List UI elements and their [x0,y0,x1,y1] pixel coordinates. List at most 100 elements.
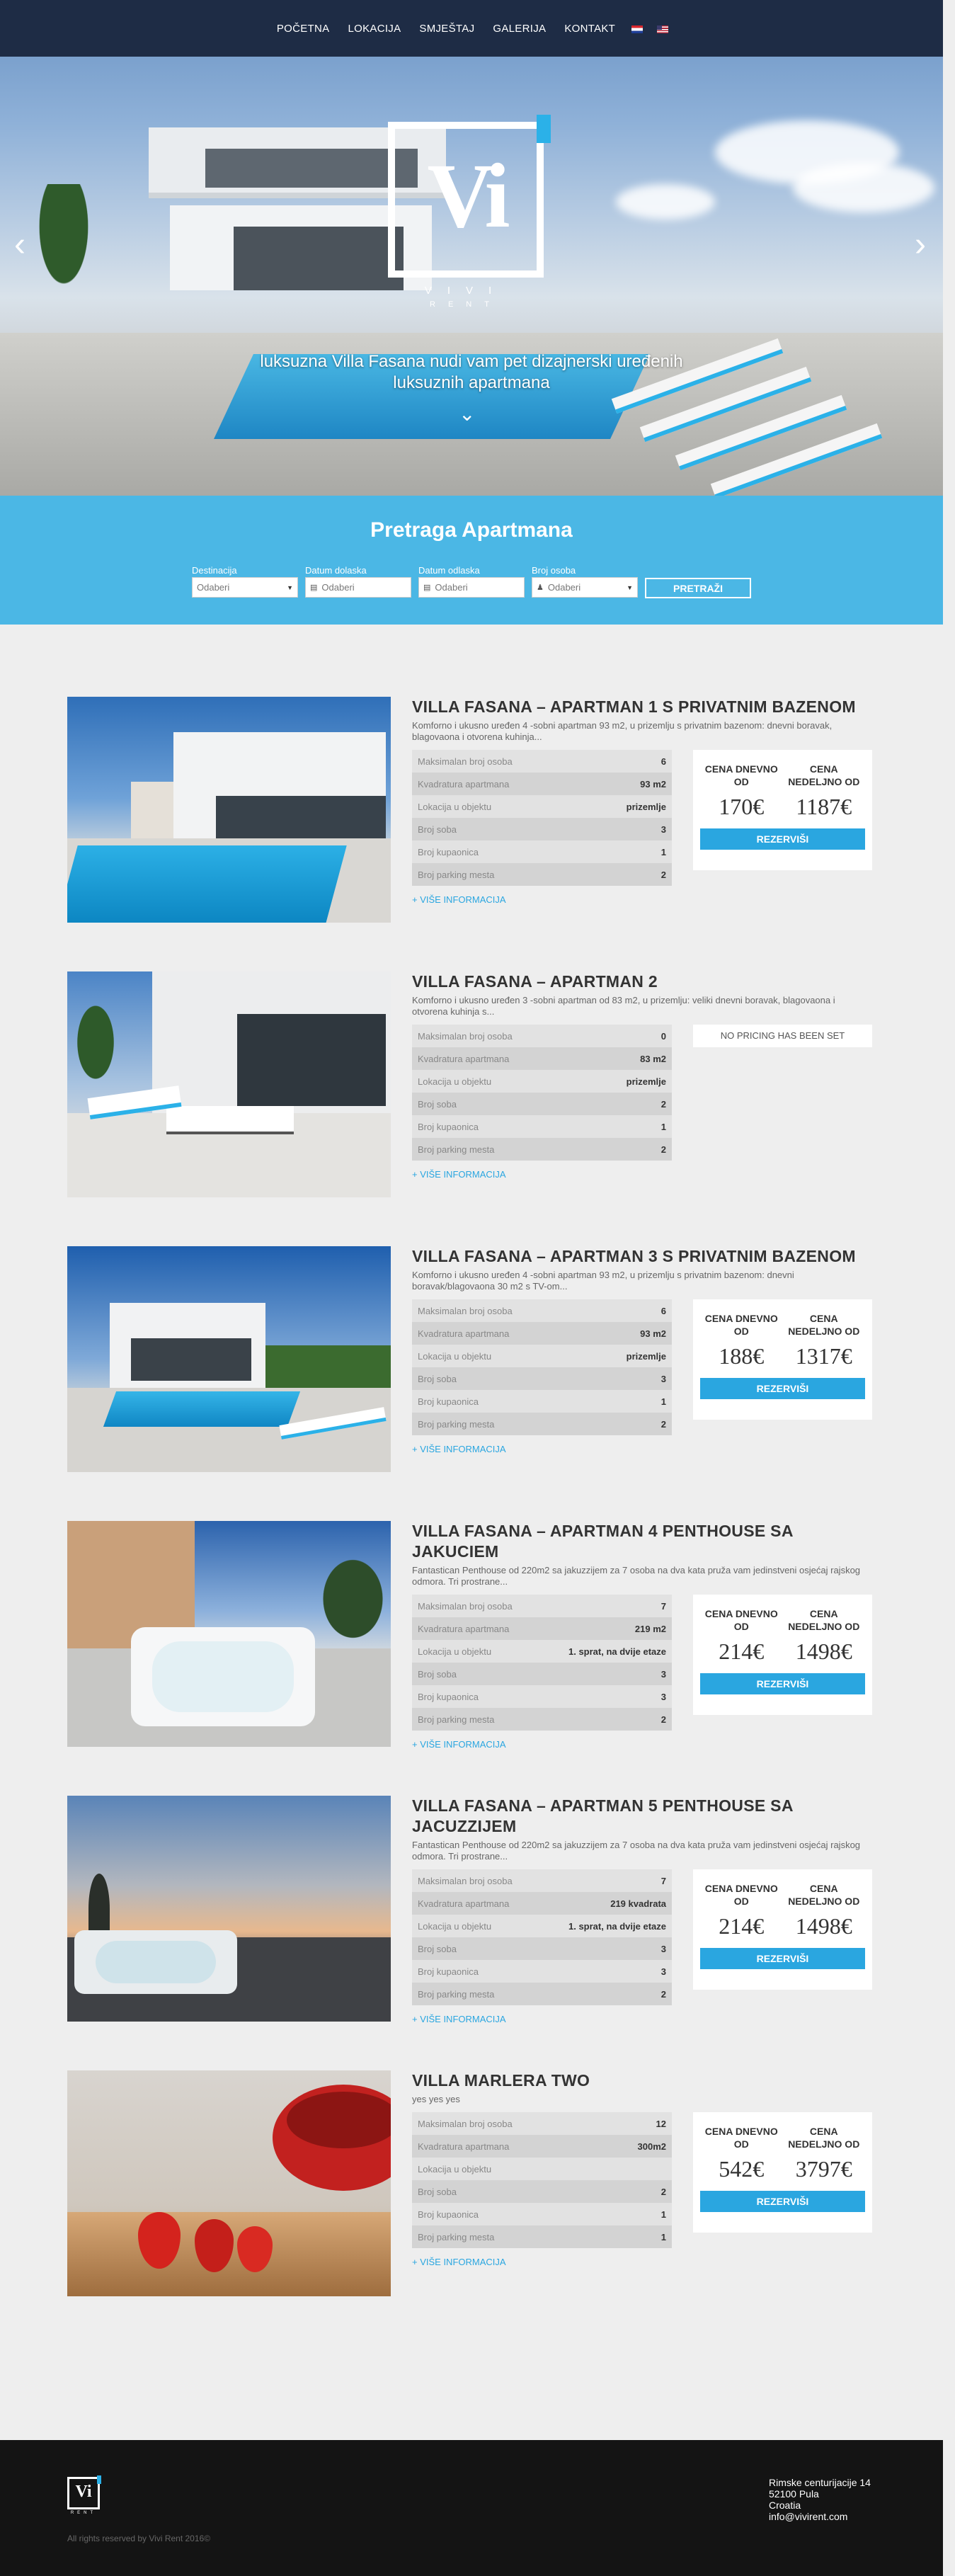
spec-value: 7 [661,1600,666,1612]
price-columns: CENA DNEVNO OD 214€ CENA NEDELJNO OD 149… [700,1607,865,1665]
search-button[interactable]: PRETRAŽI [645,578,751,598]
listing-title[interactable]: VILLA FASANA – APARTMAN 1 S PRIVATNIM BA… [412,697,876,717]
price-daily: CENA DNEVNO OD 170€ [701,763,782,820]
spec-row: Broj parking mesta 2 [412,1138,672,1161]
spec-value: 219 m2 [634,1623,666,1634]
price-daily-label: CENA DNEVNO OD [704,763,778,787]
listing-body: Maksimalan broj osoba 12 Kvadratura apart… [412,2112,876,2267]
listing-card: VILLA MARLERA TWO yes yes yes Maksimalan… [67,2070,876,2345]
english-flag-icon[interactable] [657,25,669,33]
spec-label: Broj kupaonica [418,1121,479,1132]
spec-row: Broj soba 3 [412,1937,672,1960]
spec-row: Maksimalan broj osoba 7 [412,1869,672,1892]
spec-row: Broj parking mesta 1 [412,2225,672,2248]
spec-value: 6 [661,1305,666,1316]
cloud [793,163,934,212]
person-icon: ♟ [537,583,544,592]
departure-date-input[interactable]: ▤ Odaberi [418,577,525,598]
reserve-button[interactable]: REZERVIŠI [700,1378,865,1399]
more-info-link[interactable]: + VIŠE INFORMACIJA [412,1169,506,1180]
footer-logo[interactable]: Vi RENT [67,2475,101,2519]
spec-label: Maksimalan broj osoba [418,1030,513,1042]
listing-title[interactable]: VILLA FASANA – APARTMAN 2 [412,971,876,992]
price-daily-amount: 214€ [719,1639,765,1664]
spec-label: Broj parking mesta [418,1988,495,2000]
nav-item-galerija[interactable]: GALERIJA [484,23,555,35]
listing-photo[interactable] [67,697,391,923]
nav-item-smjestaj[interactable]: SMJEŠTAJ [410,23,484,35]
spec-value: 1 [661,2231,666,2242]
listing-photo[interactable] [67,1796,391,2022]
price-box: CENA DNEVNO OD 170€ CENA NEDELJNO OD 118… [693,750,872,870]
listing-photo[interactable] [67,1521,391,1747]
spec-label: Kvadratura apartmana [418,2141,510,2152]
apartment-listings: VILLA FASANA – APARTMAN 1 S PRIVATNIM BA… [0,625,943,2416]
price-daily: CENA DNEVNO OD 188€ [701,1312,782,1369]
more-info-link[interactable]: + VIŠE INFORMACIJA [412,1739,506,1750]
spec-row: Lokacija u objektu [412,2158,672,2180]
listing-body: Maksimalan broj osoba 7 Kvadratura apartm… [412,1869,876,2024]
listing-photo[interactable] [67,971,391,1197]
departure-placeholder: Odaberi [435,582,468,593]
spec-row: Broj kupaonica 1 [412,1390,672,1413]
chevron-down-icon[interactable]: ⌄ [459,402,475,426]
reserve-button[interactable]: REZERVIŠI [700,2191,865,2212]
listing-title[interactable]: VILLA FASANA – APARTMAN 5 PENTHOUSE SA J… [412,1796,876,1837]
listing-card: VILLA FASANA – APARTMAN 4 PENTHOUSE SA J… [67,1521,876,1796]
price-daily-amount: 170€ [719,794,765,819]
reserve-button[interactable]: REZERVIŠI [700,1948,865,1969]
calendar-icon: ▤ [310,583,318,592]
price-weekly-amount: 1187€ [796,794,852,819]
spec-row: Broj soba 3 [412,1663,672,1685]
listing-photo[interactable] [67,1246,391,1472]
nav-item-pocetna[interactable]: POČETNA [268,23,339,35]
reserve-button[interactable]: REZERVIŠI [700,828,865,850]
spec-label: Broj parking mesta [418,1714,495,1725]
destination-label: Destinacija [192,565,237,576]
price-columns: CENA DNEVNO OD 214€ CENA NEDELJNO OD 149… [700,1882,865,1939]
price-weekly-label: CENA NEDELJNO OD [788,1608,860,1632]
persons-label: Broj osoba [532,565,576,576]
listing-specs: Maksimalan broj osoba 7 Kvadratura apartm… [412,1595,672,1731]
nav-item-lokacija[interactable]: LOKACIJA [338,23,410,35]
persons-select[interactable]: ♟ Odaberi ▼ [532,577,638,598]
croatian-flag-icon[interactable] [631,25,644,33]
price-weekly-label: CENA NEDELJNO OD [788,2126,860,2150]
spec-row: Lokacija u objektu prizemlje [412,1345,672,1367]
reserve-button[interactable]: REZERVIŠI [700,1673,865,1694]
listing-body: Maksimalan broj osoba 7 Kvadratura apartm… [412,1595,876,1750]
more-info-link[interactable]: + VIŠE INFORMACIJA [412,894,506,905]
spec-label: Broj soba [418,1668,457,1680]
listing-specs: Maksimalan broj osoba 6 Kvadratura apartm… [412,750,672,886]
spec-value: 1 [661,2209,666,2220]
price-weekly: CENA NEDELJNO OD 1187€ [783,763,864,820]
destination-select[interactable]: Odaberi ▼ [192,577,298,598]
listing-title[interactable]: VILLA FASANA – APARTMAN 3 S PRIVATNIM BA… [412,1246,876,1267]
spec-row: Broj parking mesta 2 [412,1983,672,2005]
spec-label: Lokacija u objektu [418,801,492,812]
logo-brand: VIVI [424,285,508,297]
spec-label: Broj kupaonica [418,1396,479,1407]
nav-item-kontakt[interactable]: KONTAKT [555,23,624,35]
listing-title[interactable]: VILLA MARLERA TWO [412,2070,876,2091]
price-daily-label: CENA DNEVNO OD [704,1883,778,1907]
spec-row: Kvadratura apartmana 93 m2 [412,1322,672,1345]
spec-label: Kvadratura apartmana [418,1898,510,1909]
chevron-right-icon[interactable]: › [915,228,926,262]
spec-value: 1. sprat, na dvije etaze [568,1646,666,1657]
arrival-date-input[interactable]: ▤ Odaberi [305,577,411,598]
listing-description: Komforno i ukusno uređen 3 -sobni apartm… [412,995,835,1017]
spec-value: 2 [661,1988,666,2000]
spec-row: Maksimalan broj osoba 7 [412,1595,672,1617]
listing-title[interactable]: VILLA FASANA – APARTMAN 4 PENTHOUSE SA J… [412,1521,876,1562]
listing-photo[interactable] [67,2070,391,2296]
price-daily: CENA DNEVNO OD 542€ [701,2125,782,2182]
spec-label: Kvadratura apartmana [418,778,510,790]
more-info-link[interactable]: + VIŠE INFORMACIJA [412,1444,506,1454]
spec-value: 93 m2 [640,778,666,790]
more-info-link[interactable]: + VIŠE INFORMACIJA [412,2014,506,2024]
more-info-link[interactable]: + VIŠE INFORMACIJA [412,2257,506,2267]
contact-email[interactable]: info@vivirent.com [769,2511,871,2522]
spec-label: Broj parking mesta [418,869,495,880]
chevron-left-icon[interactable]: ‹ [14,228,25,262]
